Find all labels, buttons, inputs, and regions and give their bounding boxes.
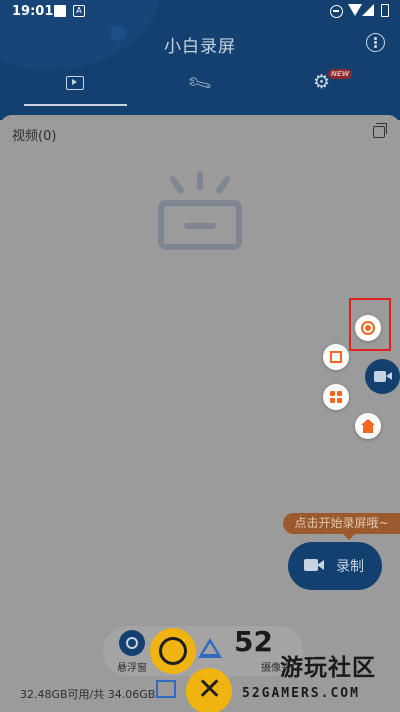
watermark-url: 52GAMERS.COM (242, 686, 360, 701)
record-button-label: 录制 (336, 559, 364, 575)
multi-select-icon[interactable] (373, 123, 387, 138)
triangle-icon (198, 638, 222, 658)
record-button[interactable]: 录制 (288, 542, 382, 590)
float-window-icon (119, 630, 145, 656)
cross-icon: ✕ (197, 672, 223, 707)
status-bar: 19:01 A (0, 0, 400, 24)
wrench-icon: 🔧︎ (185, 69, 215, 99)
square-icon (156, 680, 176, 698)
new-badge: NEW (328, 69, 353, 79)
highlight-box (349, 298, 391, 351)
tab-tools[interactable]: 🔧︎ (135, 70, 265, 108)
dnd-icon (330, 5, 343, 18)
video-count-label: 视频(0) (12, 129, 57, 144)
tab-settings[interactable]: ⚙ NEW (260, 69, 390, 108)
app-root: 19:01 A 小白录屏 🔧︎ ⚙ NEW 视频(0) 点击开始录屏哦~ 录制 … (0, 0, 400, 712)
camera-float-button[interactable] (365, 359, 400, 394)
battery-icon (381, 4, 389, 17)
watermark-number: 52 (234, 625, 273, 658)
tab-indicator (24, 104, 127, 106)
storage-info: 32.48GB可用/共 34.06GB (20, 688, 156, 701)
camera-icon (374, 371, 386, 382)
dock-item-float-window[interactable]: 悬浮窗 (105, 628, 155, 674)
notification-a-icon: A (73, 5, 85, 17)
home-button[interactable] (355, 413, 381, 439)
more-info-button[interactable] (366, 33, 385, 52)
crop-button[interactable] (323, 344, 349, 370)
record-tooltip: 点击开始录屏哦~ (283, 513, 400, 540)
header: 19:01 A 小白录屏 🔧︎ ⚙ NEW (0, 0, 400, 120)
video-camera-icon (304, 559, 318, 571)
tools-grid-button[interactable] (323, 384, 349, 410)
wifi-icon (348, 4, 362, 16)
status-time: 19:01 (12, 4, 54, 19)
watermark-name: 游玩社区 (280, 655, 376, 681)
tab-video[interactable] (10, 70, 140, 108)
signal-icon (362, 4, 374, 16)
watermark-logo: ✕ 52 游玩社区 52GAMERS.COM (150, 625, 400, 712)
film-icon (66, 76, 84, 90)
notification-icon (54, 5, 66, 17)
crop-icon (330, 351, 342, 363)
empty-state-icon (158, 171, 242, 251)
app-title: 小白录屏 (164, 37, 236, 57)
video-list-panel: 视频(0) (0, 115, 400, 712)
